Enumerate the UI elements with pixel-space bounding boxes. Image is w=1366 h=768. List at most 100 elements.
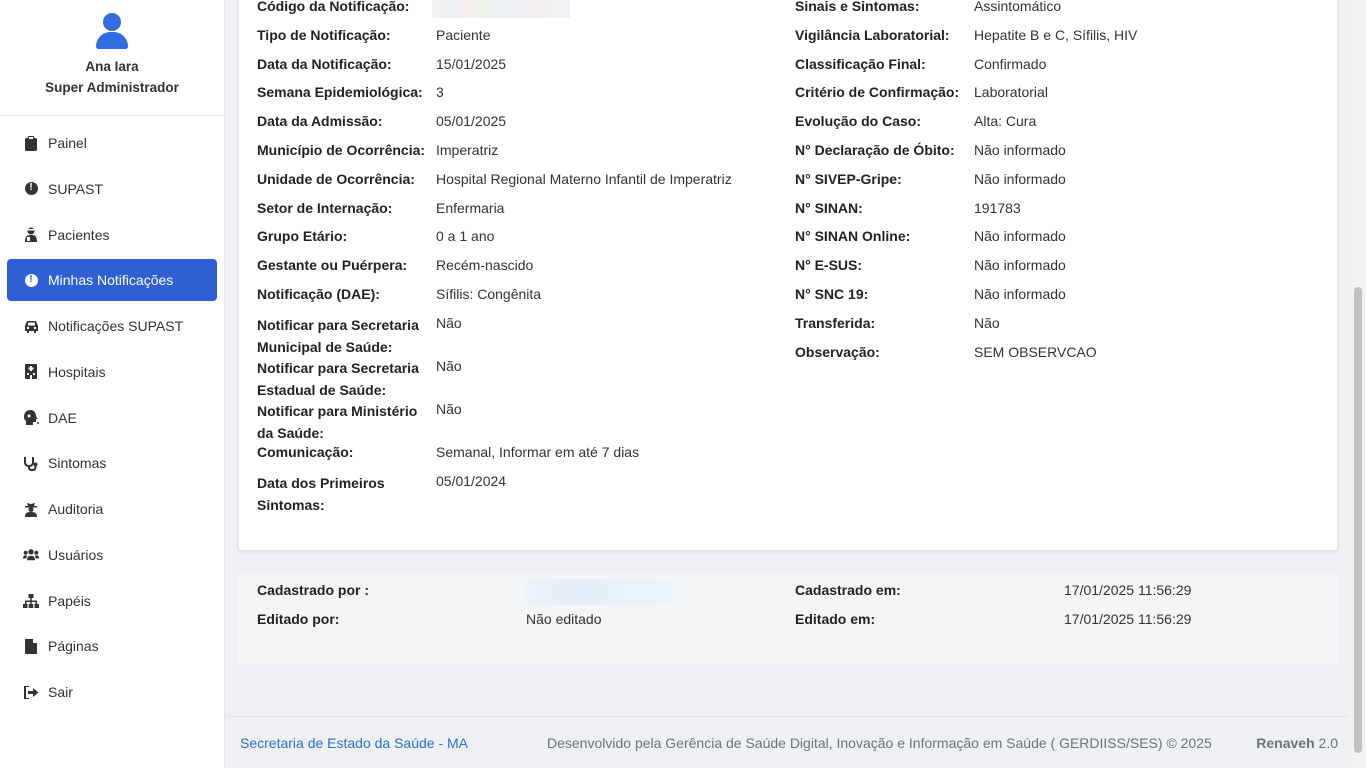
sidebar-item-label: Notificações SUPAST — [48, 318, 184, 334]
field-value: Não informado — [974, 228, 1066, 244]
field-label: Grupo Etário: — [257, 228, 348, 244]
field-label: Unidade de Ocorrência: — [257, 171, 415, 187]
field-label: Código da Notificação: — [257, 0, 410, 14]
field-label: Transferida: — [795, 315, 876, 331]
org-link[interactable]: Secretaria de Estado da Saúde - MA — [240, 735, 468, 751]
field-label: N° SINAN: — [795, 200, 863, 216]
sidebar-item-pacientes[interactable]: Pacientes — [7, 214, 217, 256]
alert-circle-icon — [23, 181, 39, 197]
field-label: Comunicação: — [257, 444, 354, 460]
car-icon — [23, 318, 39, 334]
field-value: 191783 — [974, 200, 1021, 216]
field-value: 15/01/2025 — [436, 56, 507, 72]
field-value: Não informado — [974, 142, 1066, 158]
footer-credits: Desenvolvido pela Gerência de Saúde Digi… — [547, 735, 1212, 751]
sidebar-item-usuarios[interactable]: Usuários — [7, 534, 217, 576]
page-scrollbar[interactable] — [1350, 0, 1366, 768]
sidebar-item-label: Auditoria — [48, 501, 104, 517]
field-label: N° SNC 19: — [795, 286, 869, 302]
edited-at-label: Editado em: — [795, 611, 876, 627]
sidebar-item-minhas-notificacoes[interactable]: Minhas Notificações — [7, 259, 217, 302]
sidebar-item-label: Sair — [48, 684, 73, 700]
field-label: Critério de Confirmação: — [795, 84, 960, 100]
sidebar-item-notificacoes-supast[interactable]: Notificações SUPAST — [7, 305, 217, 347]
field-value: Laboratorial — [974, 84, 1048, 100]
field-label: Semana Epidemiológica: — [257, 84, 423, 100]
field-value: Não — [436, 358, 462, 374]
field-label: Vigilância Laboratorial: — [795, 27, 950, 43]
alert-circle-icon — [23, 272, 39, 288]
user-name: Ana Iara — [85, 59, 139, 74]
file-icon — [23, 638, 39, 654]
field-value: Não informado — [974, 257, 1066, 273]
field-value: Imperatriz — [436, 142, 499, 158]
clipboard-icon — [23, 135, 39, 151]
app-version: Renaveh 2.0 — [1256, 735, 1338, 751]
sidebar-item-label: Páginas — [48, 638, 99, 655]
sidebar-item-paginas[interactable]: Páginas — [7, 625, 217, 667]
sidebar-item-label: Papéis — [48, 592, 91, 609]
sidebar-item-auditoria[interactable]: Auditoria — [7, 488, 217, 530]
sidebar-item-sair[interactable]: Sair — [7, 671, 217, 713]
sidebar-item-sintomas[interactable]: Sintomas — [7, 442, 217, 484]
field-value: SEM OBSERVCAO — [974, 344, 1097, 360]
sidebar-item-label: DAE — [48, 409, 77, 426]
brand-name: Renaveh — [1256, 735, 1315, 751]
notification-details-card: Código da Notificação: Tipo de Notificaç… — [239, 0, 1337, 550]
field-label: Notificar para Secretaria Estadual de Sa… — [257, 360, 419, 398]
sidebar-item-label: Hospitais — [48, 363, 106, 380]
field-value: Recém-nascido — [436, 257, 534, 273]
field-value: Não — [974, 315, 1000, 331]
hospital-icon — [23, 364, 39, 380]
sidebar-item-label: Pacientes — [48, 226, 110, 243]
created-at-label: Cadastrado em: — [795, 582, 901, 598]
field-value: Hepatite B e C, Sífilis, HIV — [974, 27, 1138, 43]
user-avatar-icon — [96, 12, 128, 50]
field-label: Notificar para Secretaria Municipal de S… — [257, 317, 419, 355]
field-label: Data da Admissão: — [257, 113, 383, 129]
sidebar-item-hospitais[interactable]: Hospitais — [7, 351, 217, 393]
field-label: Setor de Internação: — [257, 200, 393, 216]
edited-at-value: 17/01/2025 11:56:29 — [1064, 611, 1192, 627]
field-label: Observação: — [795, 344, 880, 360]
field-value: Confirmado — [974, 56, 1047, 72]
sidebar-item-label: Sintomas — [48, 455, 107, 472]
field-value: Assintomático — [974, 0, 1062, 14]
field-value: Enfermaria — [436, 200, 505, 216]
field-label: Data dos Primeiros Sintomas: — [257, 475, 385, 513]
version-number: 2.0 — [1318, 735, 1338, 751]
user-role: Super Administrador — [45, 80, 179, 95]
field-label: Tipo de Notificação: — [257, 27, 391, 43]
sidebar-item-label: Minhas Notificações — [48, 272, 174, 289]
field-value: 0 a 1 ano — [436, 228, 495, 244]
sidebar-nav: Painel SUPAST Pacientes Minhas Notificaç… — [0, 116, 224, 713]
page-footer: Secretaria de Estado da Saúde - MA Desen… — [226, 716, 1350, 768]
redacted-code-value — [432, 0, 570, 18]
field-label: N° SINAN Online: — [795, 228, 911, 244]
scrollbar-thumb[interactable] — [1354, 287, 1362, 753]
user-block: Ana Iara Super Administrador — [0, 0, 224, 116]
sidebar-item-label: Painel — [48, 135, 87, 151]
field-label: N° Declaração de Óbito: — [795, 142, 955, 158]
sidebar-item-label: SUPAST — [48, 180, 103, 197]
field-label: Evolução do Caso: — [795, 113, 922, 129]
field-value: Não — [436, 401, 462, 417]
sidebar-item-dae[interactable]: DAE — [7, 397, 217, 439]
field-value: Paciente — [436, 27, 491, 43]
sidebar-item-papeis[interactable]: Papéis — [7, 580, 217, 622]
field-value: Não informado — [974, 171, 1066, 187]
sidebar-item-supast[interactable]: SUPAST — [7, 168, 217, 210]
redacted-created-by-value — [526, 579, 686, 605]
field-label: N° SIVEP-Gripe: — [795, 171, 902, 187]
user-secret-icon — [23, 501, 39, 517]
field-value: Não informado — [974, 286, 1066, 302]
main-content: Código da Notificação: Tipo de Notificaç… — [226, 0, 1350, 768]
sidebar-item-label: Usuários — [48, 546, 104, 563]
field-label: Classificação Final: — [795, 56, 926, 72]
created-at-value: 17/01/2025 11:56:29 — [1064, 582, 1192, 598]
sitemap-icon — [23, 593, 39, 609]
field-label: Notificar para Ministério da Saúde: — [257, 403, 418, 441]
sidebar-item-painel[interactable]: Painel — [7, 122, 217, 164]
field-label: Sinais e Sintomas: — [795, 0, 920, 14]
field-value: 05/01/2024 — [436, 473, 507, 489]
